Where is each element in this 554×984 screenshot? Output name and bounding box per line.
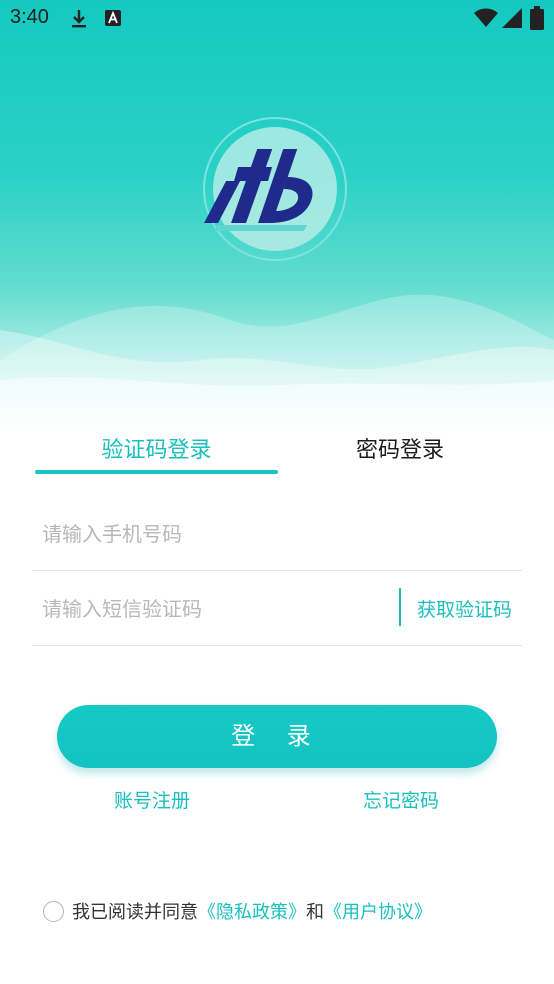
sms-code-input[interactable] [40,591,374,627]
register-link[interactable]: 账号注册 [114,786,190,813]
privacy-policy-link[interactable]: 《隐私政策》 [198,898,306,924]
wave-decoration [0,294,554,440]
wifi-icon [474,8,498,32]
active-tab-indicator [35,470,278,474]
download-icon [70,9,88,33]
brand-logo [189,115,361,273]
login-tabs: 验证码登录 密码登录 [0,420,554,480]
agreement-and: 和 [306,902,324,923]
phone-input[interactable] [40,516,374,552]
agreement-prefix: 我已阅读并同意 [72,902,198,923]
battery-icon [530,6,544,34]
signal-icon [502,8,522,32]
a-notification-icon [104,9,122,31]
login-button[interactable]: 登 录 [57,705,497,768]
sms-code-field: 获取验证码 [32,571,522,646]
status-bar: 3:40 [0,0,554,38]
agreement-radio[interactable] [43,900,64,922]
status-time: 3:40 [10,6,49,28]
agreement-row: 我已阅读并同意 《隐私政策》 和 《用户协议》 [43,897,432,925]
tab-sms-login[interactable]: 验证码登录 [35,432,278,464]
user-agreement-link[interactable]: 《用户协议》 [324,898,432,924]
field-divider [399,588,401,626]
tab-password-login[interactable]: 密码登录 [300,432,500,464]
get-code-button[interactable]: 获取验证码 [417,595,512,622]
phone-field [32,496,522,571]
forgot-password-link[interactable]: 忘记密码 [363,786,439,813]
